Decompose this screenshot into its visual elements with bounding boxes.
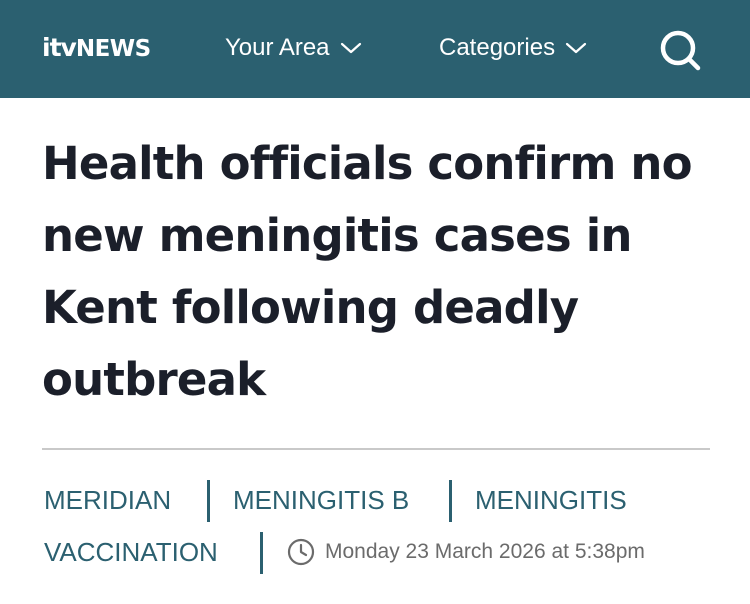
tag-vaccination[interactable]: VACCINATION — [44, 536, 218, 568]
tag-separator — [260, 532, 263, 574]
tag-separator — [207, 480, 210, 522]
chevron-down-icon — [340, 42, 361, 54]
headline-divider — [42, 448, 710, 450]
tag-separator — [449, 480, 452, 522]
tag-meningitis[interactable]: MENINGITIS — [475, 484, 627, 516]
nav-categories-label: Categories — [439, 34, 556, 61]
article-page: itvNEWS Your Area Categories Health offi… — [0, 0, 750, 604]
publish-timestamp: Monday 23 March 2026 at 5:38pm — [287, 536, 645, 568]
search-button[interactable] — [658, 28, 702, 72]
publish-date-text: Monday 23 March 2026 at 5:38pm — [325, 540, 645, 563]
tag-meridian[interactable]: MERIDIAN — [44, 484, 171, 516]
article-headline: Health officials confirm no new meningit… — [42, 137, 693, 406]
nav-your-area[interactable]: Your Area — [225, 33, 362, 63]
logo-itv-text: itv — [42, 33, 77, 62]
search-icon — [660, 30, 701, 71]
logo-news-text: NEWS — [75, 36, 151, 62]
itv-news-logo[interactable]: itvNEWS — [42, 33, 151, 64]
nav-categories[interactable]: Categories — [439, 33, 587, 63]
nav-your-area-label: Your Area — [225, 34, 330, 61]
clock-icon — [287, 538, 315, 566]
top-navigation-bar: itvNEWS Your Area Categories — [0, 0, 750, 98]
tag-meningitis-b[interactable]: MENINGITIS B — [233, 484, 409, 516]
chevron-down-icon — [565, 42, 587, 54]
